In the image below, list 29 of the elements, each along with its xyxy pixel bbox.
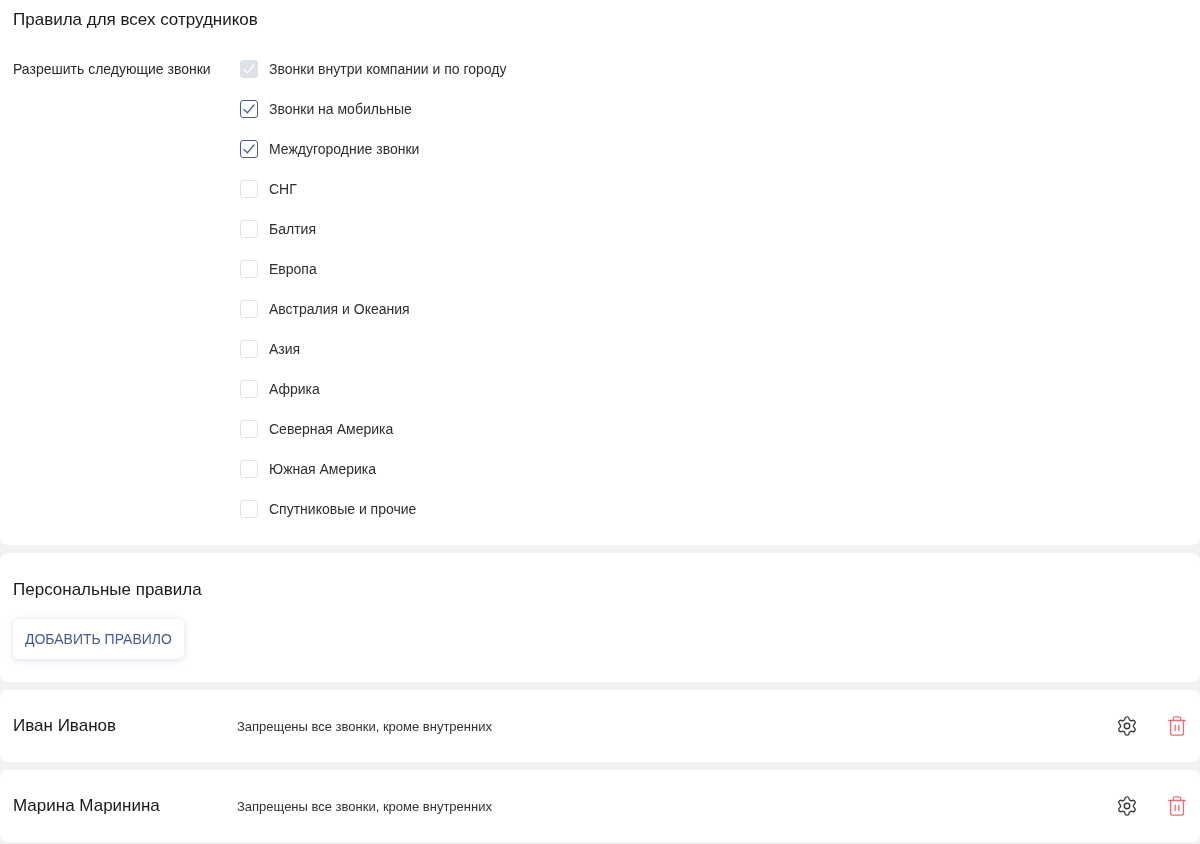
employee-name: Марина Маринина bbox=[13, 796, 161, 816]
checkbox-label: Балтия bbox=[269, 221, 316, 237]
checkbox-label: Спутниковые и прочие bbox=[269, 501, 417, 517]
checkbox-label: СНГ bbox=[269, 181, 297, 197]
checkbox-label: Междугородние звонки bbox=[269, 141, 420, 157]
settings-icon[interactable] bbox=[1116, 715, 1138, 737]
checkbox-label: Австралия и Океания bbox=[269, 301, 410, 317]
checkbox-label: Азия bbox=[269, 341, 301, 357]
trash-icon[interactable] bbox=[1166, 795, 1188, 817]
checkbox-label: Звонки внутри компании и по городу bbox=[269, 61, 507, 77]
section-title: Правила для всех сотрудников bbox=[13, 10, 259, 30]
field-label: Разрешить следующие звонки bbox=[13, 60, 211, 79]
checkbox-label: Звонки на мобильные bbox=[269, 101, 412, 117]
add-rule-button[interactable]: ДОБАВИТЬ ПРАВИЛО bbox=[13, 619, 184, 659]
check-icon bbox=[243, 144, 255, 154]
employee-name: Иван Иванов bbox=[13, 716, 117, 736]
settings-icon[interactable] bbox=[1116, 795, 1138, 817]
checkbox-label: Северная Америка bbox=[269, 421, 394, 437]
checkbox-label: Африка bbox=[269, 381, 320, 397]
section-title: Персональные правила bbox=[13, 580, 203, 600]
checkbox-label: Южная Америка bbox=[269, 461, 377, 477]
check-icon bbox=[243, 104, 255, 114]
trash-icon[interactable] bbox=[1166, 715, 1188, 737]
check-icon bbox=[243, 64, 255, 74]
checkbox[interactable] bbox=[240, 140, 258, 158]
rule-description: Запрещены все звонки, кроме внутренних bbox=[237, 798, 492, 814]
checkbox[interactable] bbox=[240, 100, 258, 118]
rule-description: Запрещены все звонки, кроме внутренних bbox=[237, 718, 492, 734]
checkbox-label: Европа bbox=[269, 261, 317, 277]
